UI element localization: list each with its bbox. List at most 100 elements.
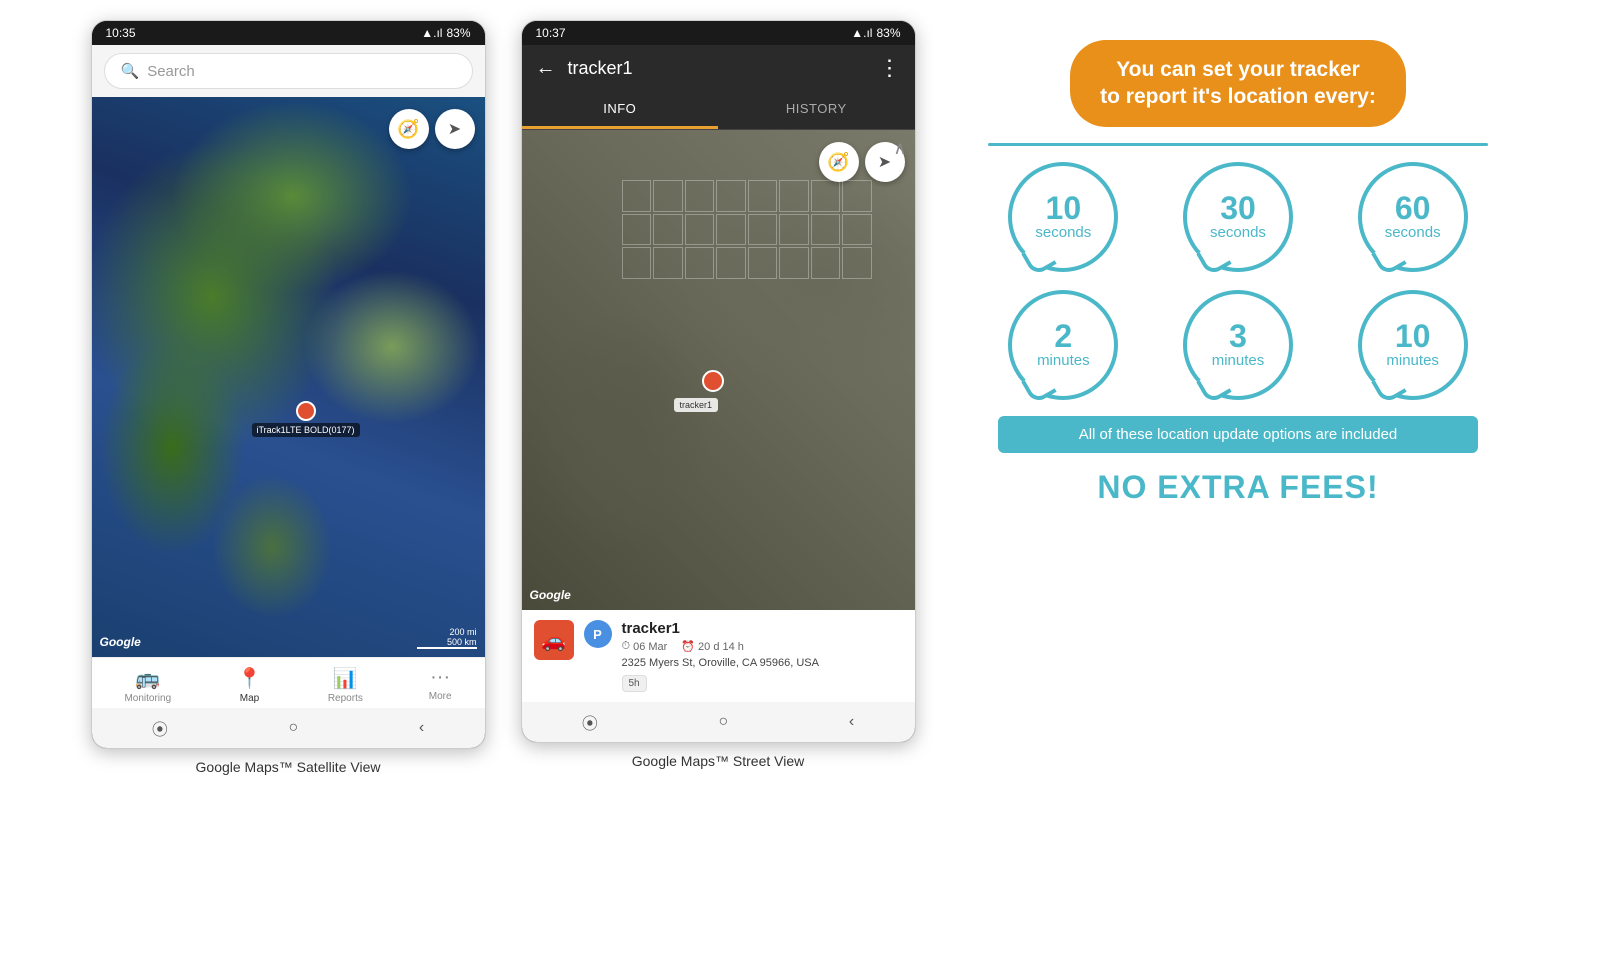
street-map[interactable]: tracker1 🧭 ➤ Google ∧ [522,130,915,610]
map-satellite-bg [92,97,485,657]
circle-number-4: 3 [1229,320,1247,352]
back-button[interactable]: ← [536,57,556,80]
no-fees-banner-text: All of these location update options are… [1079,426,1398,443]
circles-grid: 10 seconds 30 seconds 60 seconds 2 minut… [988,162,1488,400]
search-placeholder: Search [147,63,195,80]
search-icon: 🔍 [121,62,140,80]
tracker-info-row: 🚗 P tracker1 ⏱ 06 Mar ⏰ 20 d 14 h [534,620,903,692]
scroll-up-button[interactable]: ∧ [893,138,906,159]
time-1: 10:35 [106,26,136,40]
battery-2: 83% [876,26,900,40]
map-icon: 📍 [237,666,262,691]
navigation-button-1[interactable]: ➤ [435,109,475,149]
circle-item-4: 3 minutes [1163,290,1314,400]
search-bar[interactable]: 🔍 Search [92,45,485,97]
circle-number-2: 60 [1395,192,1431,224]
time-icon: ⏰ [681,640,695,653]
status-bar-2: 10:37 ▲.ıl 83% [522,21,915,45]
circle-unit-4: minutes [1212,352,1265,369]
more-icon: ··· [430,666,450,689]
clock-icon: ⏱ [622,640,631,653]
tab-bar-2: INFO HISTORY [522,91,915,130]
circle-item-3: 2 minutes [988,290,1139,400]
nav-reports[interactable]: 📊 Reports [328,666,363,704]
tracker-title: tracker1 [568,58,867,79]
scale-200mi: 200 mi [449,627,476,637]
duration-badge: 5h [622,675,647,692]
google-logo-1: Google [100,635,141,649]
circle-item-1: 30 seconds [1163,162,1314,272]
phone1: 10:35 ▲.ıl 83% 🔍 Search 🧭 ➤ iTrack1LTE B… [91,20,486,749]
tracker-car-icon-2 [702,370,724,392]
circle-4: 3 minutes [1183,290,1293,400]
search-input[interactable]: 🔍 Search [104,53,473,89]
status-icons-2: ▲.ıl 83% [851,26,900,40]
scale-bar-1: 200 mi 500 km [417,627,477,649]
signal-icon-1: ▲.ıl [421,26,442,40]
circle-number-1: 30 [1220,192,1256,224]
tracker-name: tracker1 [622,620,903,637]
tracker-marker-1: iTrack1LTE BOLD(0177) [252,401,360,437]
circle-unit-0: seconds [1035,224,1091,241]
scale-line [417,647,477,649]
nav-more[interactable]: ··· More [429,666,452,704]
circle-item-5: 10 minutes [1337,290,1488,400]
no-fees-banner: All of these location update options are… [998,416,1478,453]
more-menu-button[interactable]: ⋮ [879,55,901,81]
circle-unit-5: minutes [1386,352,1439,369]
parking-badge: P [584,620,612,648]
sys-back[interactable]: ‹ [419,719,424,737]
tracker-car-icon-1 [296,401,316,421]
map-label: Map [240,693,259,704]
tracker-label-1: iTrack1LTE BOLD(0177) [252,423,360,437]
circle-1: 30 seconds [1183,162,1293,272]
phone2: 10:37 ▲.ıl 83% ← tracker1 ⋮ INFO HISTORY [521,20,916,743]
tracker-label-2: tracker1 [674,398,719,412]
info-header-line2: to report it's location every: [1100,85,1376,108]
circle-unit-1: seconds [1210,224,1266,241]
scale-500km: 500 km [447,637,477,647]
nav-map[interactable]: 📍 Map [237,666,262,704]
tracker-date: ⏱ 06 Mar [622,640,668,653]
sys-recent[interactable]: ⦿ [152,716,168,740]
phone1-wrapper: 10:35 ▲.ıl 83% 🔍 Search 🧭 ➤ iTrack1LTE B… [88,20,488,775]
phone1-caption: Google Maps™ Satellite View [196,759,381,775]
tracker-detail: tracker1 ⏱ 06 Mar ⏰ 20 d 14 h 2325 Myers… [622,620,903,692]
circle-5: 10 minutes [1358,290,1468,400]
monitoring-icon: 🚌 [135,666,160,691]
top-bar-2: ← tracker1 ⋮ [522,45,915,91]
status-icons-1: ▲.ıl 83% [421,26,470,40]
circle-number-0: 10 [1046,192,1082,224]
status-bar-1: 10:35 ▲.ıl 83% [92,21,485,45]
compass-button-2[interactable]: 🧭 [819,142,859,182]
phone2-caption: Google Maps™ Street View [632,753,805,769]
tracker-car-thumb: 🚗 [534,620,574,660]
phone2-wrapper: 10:37 ▲.ıl 83% ← tracker1 ⋮ INFO HISTORY [518,20,918,769]
bottom-nav-1: 🚌 Monitoring 📍 Map 📊 Reports ··· More [92,657,485,708]
circle-unit-2: seconds [1385,224,1441,241]
signal-icon-2: ▲.ıl [851,26,872,40]
tab-history[interactable]: HISTORY [718,91,915,129]
reports-icon: 📊 [333,666,358,691]
compass-button-1[interactable]: 🧭 [389,109,429,149]
tracker-info-panel: 🚗 P tracker1 ⏱ 06 Mar ⏰ 20 d 14 h [522,610,915,702]
parking-lot [622,180,872,380]
circle-number-5: 10 [1395,320,1431,352]
sys-recent-2[interactable]: ⦿ [582,710,598,734]
sys-home[interactable]: ○ [289,719,299,737]
sys-home-2[interactable]: ○ [719,713,729,731]
circle-item-0: 10 seconds [988,162,1139,272]
sys-bar-2: ⦿ ○ ‹ [522,702,915,742]
sys-back-2[interactable]: ‹ [849,713,854,731]
circle-3: 2 minutes [1008,290,1118,400]
more-label: More [429,691,452,702]
info-header: You can set your tracker to report it's … [1070,40,1406,127]
info-panel: You can set your tracker to report it's … [948,20,1528,526]
satellite-map[interactable]: 🧭 ➤ iTrack1LTE BOLD(0177) Google 200 mi … [92,97,485,657]
divider-top [988,143,1488,146]
nav-monitoring[interactable]: 🚌 Monitoring [124,666,171,704]
circle-number-3: 2 [1054,320,1072,352]
google-logo-2: Google [530,588,571,602]
reports-label: Reports [328,693,363,704]
tab-info[interactable]: INFO [522,91,719,129]
